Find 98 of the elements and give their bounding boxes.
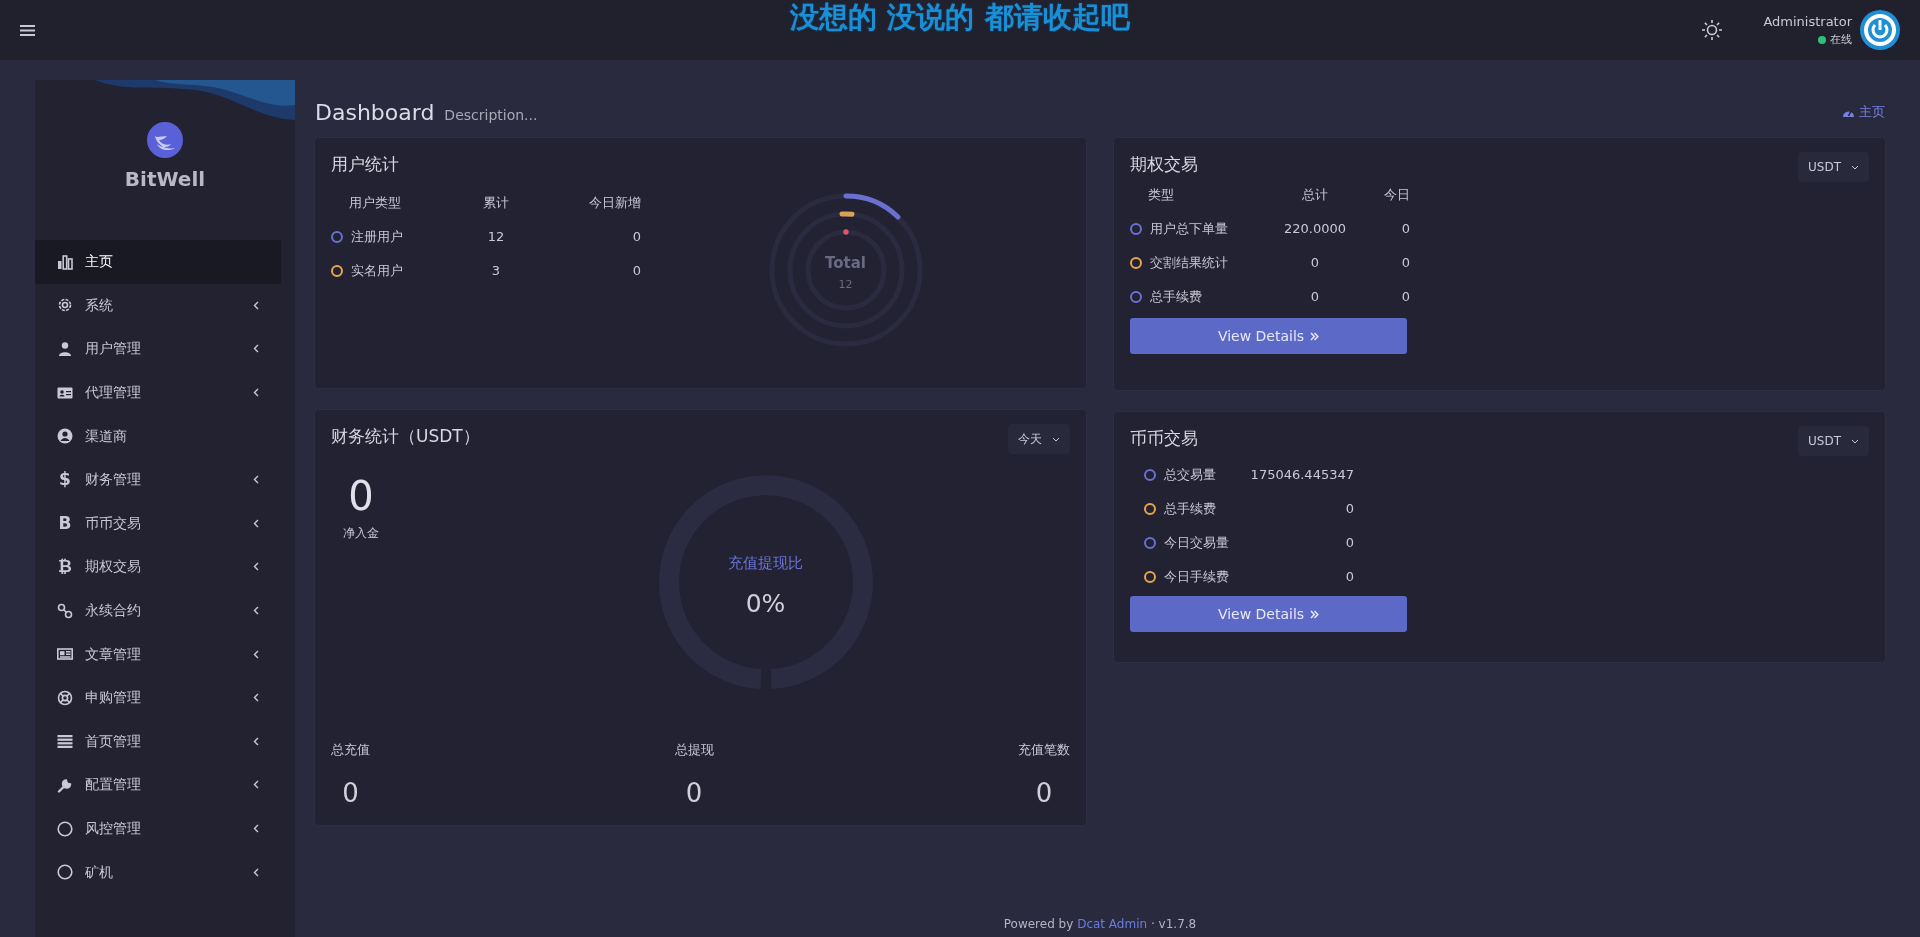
sidebar-item[interactable]: 用户管理 bbox=[35, 327, 281, 371]
list-icon bbox=[57, 733, 73, 750]
view-details-button[interactable]: View Details bbox=[1130, 318, 1407, 354]
ratio-label: 充值提现比 bbox=[728, 553, 803, 574]
online-status-icon bbox=[1818, 35, 1826, 44]
sidebar-item[interactable]: 配置管理 bbox=[35, 763, 281, 807]
chart-center-label: Total bbox=[825, 253, 866, 274]
table-cell-text: 总手续费 bbox=[1164, 500, 1216, 519]
column-header: 今日新增 bbox=[589, 193, 641, 212]
sun-icon[interactable] bbox=[1701, 19, 1724, 41]
stat-value: 0 bbox=[1035, 779, 1053, 806]
menu-glyph-icon: ₿ bbox=[57, 558, 73, 575]
table-cell-text: 0 bbox=[632, 261, 641, 280]
table-cell-text: 0 bbox=[1345, 534, 1354, 553]
column-header: 今日 bbox=[1384, 186, 1410, 205]
ratio-value: 0% bbox=[745, 587, 786, 620]
table-cell-text: 实名用户 bbox=[351, 261, 403, 280]
sidebar-item[interactable]: 风控管理 bbox=[35, 806, 281, 851]
table-cell-text: 交割结果统计 bbox=[1150, 254, 1228, 273]
chevron-down-icon bbox=[1851, 438, 1859, 444]
wrench-icon bbox=[57, 776, 73, 793]
double-chevron-icon bbox=[1310, 609, 1320, 619]
page-description: Description... bbox=[444, 105, 538, 125]
table-cell-text: 0 bbox=[1345, 500, 1354, 519]
table-cell-text: 0 bbox=[1310, 288, 1320, 307]
table-cell-text: 今日手续费 bbox=[1164, 568, 1229, 587]
table-cell-text: 总手续费 bbox=[1150, 288, 1202, 307]
stat-value: 0 bbox=[685, 779, 703, 806]
menu-icon[interactable] bbox=[20, 23, 35, 37]
sidebar-item[interactable]: B 币币交易 bbox=[35, 501, 281, 546]
stat-label: 总提现 bbox=[674, 741, 714, 759]
sidebar-item[interactable]: 渠道商 bbox=[35, 414, 281, 458]
menu-glyph-icon: $ bbox=[57, 471, 73, 488]
person-icon bbox=[57, 341, 73, 357]
currency-select[interactable]: USDT bbox=[1798, 152, 1869, 182]
sidebar-item[interactable]: $ 财务管理 bbox=[35, 457, 281, 502]
table-cell-text: 今日交易量 bbox=[1164, 534, 1229, 553]
sidebar-item[interactable]: 主页 bbox=[35, 240, 281, 284]
sidebar-item[interactable]: 文章管理 bbox=[35, 632, 281, 676]
stat-label: 总充值 bbox=[331, 741, 370, 759]
table-cell-text: 0 bbox=[1401, 220, 1410, 239]
table-cell-text: 175046.445347 bbox=[1250, 466, 1354, 485]
period-select[interactable]: 今天 bbox=[1008, 424, 1070, 454]
column-header: 用户类型 bbox=[348, 193, 401, 212]
net-amount-label: 净入金 bbox=[343, 525, 379, 542]
sidebar-item[interactable]: ₿ 期权交易 bbox=[35, 545, 281, 589]
user-name: Administrator bbox=[1763, 13, 1852, 31]
card-title: 财务统计（USDT） bbox=[331, 425, 480, 448]
chevron-down-icon bbox=[1052, 436, 1060, 442]
user-circle-icon bbox=[57, 428, 73, 445]
card-title: 期权交易 bbox=[1130, 153, 1198, 176]
bar-chart-icon bbox=[57, 253, 73, 270]
double-chevron-icon bbox=[1310, 331, 1320, 341]
banner-text: 没想的 没说的 都请收起吧 bbox=[790, 0, 1130, 36]
newspaper-icon bbox=[57, 646, 73, 663]
sidebar-item[interactable]: 申购管理 bbox=[35, 675, 281, 720]
chart-center-value: 12 bbox=[838, 276, 853, 293]
life-ring-icon bbox=[57, 689, 73, 706]
avatar-icon[interactable] bbox=[1860, 10, 1900, 50]
table-cell-text: 0 bbox=[1401, 254, 1410, 273]
table-cell-text: 0 bbox=[1401, 288, 1410, 307]
table-cell-text: 总交易量 bbox=[1164, 466, 1216, 485]
column-header: 类型 bbox=[1147, 186, 1174, 205]
table-cell-text: 220.0000 bbox=[1284, 220, 1346, 239]
gear-icon bbox=[57, 297, 73, 314]
sidebar-item[interactable]: 矿机 bbox=[35, 850, 281, 894]
sidebar-item[interactable]: 系统 bbox=[35, 283, 281, 328]
user-status: 在线 bbox=[1830, 31, 1852, 48]
sidebar-item[interactable]: 首页管理 bbox=[35, 719, 281, 764]
sidebar-item[interactable]: 代理管理 bbox=[35, 370, 281, 415]
column-header: 总计 bbox=[1302, 186, 1328, 205]
card-title: 币币交易 bbox=[1130, 427, 1198, 450]
circle-icon bbox=[57, 820, 73, 837]
link-icon bbox=[57, 602, 73, 619]
chevron-down-icon bbox=[1851, 164, 1859, 170]
table-cell-text: 0 bbox=[1310, 254, 1320, 273]
footer-link[interactable]: Dcat Admin bbox=[1077, 917, 1148, 931]
table-cell-text: 用户总下单量 bbox=[1150, 220, 1228, 239]
breadcrumb-link[interactable]: 主页 bbox=[1842, 102, 1885, 122]
table-cell-text: 12 bbox=[487, 227, 505, 246]
view-details-button[interactable]: View Details bbox=[1130, 596, 1407, 632]
stat-label: 充值笔数 bbox=[1018, 741, 1070, 759]
table-cell-text: 0 bbox=[632, 227, 641, 246]
circle-icon bbox=[57, 864, 73, 881]
stat-value: 0 bbox=[342, 779, 359, 806]
card-title: 用户统计 bbox=[331, 153, 400, 176]
column-header: 累计 bbox=[483, 193, 509, 212]
table-cell-text: 注册用户 bbox=[351, 227, 403, 246]
menu-glyph-icon: B bbox=[57, 515, 73, 532]
currency-select[interactable]: USDT bbox=[1798, 426, 1869, 456]
table-cell-text: 0 bbox=[1345, 568, 1354, 587]
logo-icon bbox=[147, 122, 183, 158]
table-cell-text: 3 bbox=[491, 261, 501, 280]
page-title: Dashboard bbox=[315, 98, 435, 127]
net-amount: 0 bbox=[348, 476, 374, 516]
footer-text: Powered by Dcat Admin · v1.7.8 bbox=[1003, 917, 1197, 931]
sidebar-item[interactable]: 永续合约 bbox=[35, 588, 281, 633]
brand-name: BitWell bbox=[124, 166, 206, 193]
